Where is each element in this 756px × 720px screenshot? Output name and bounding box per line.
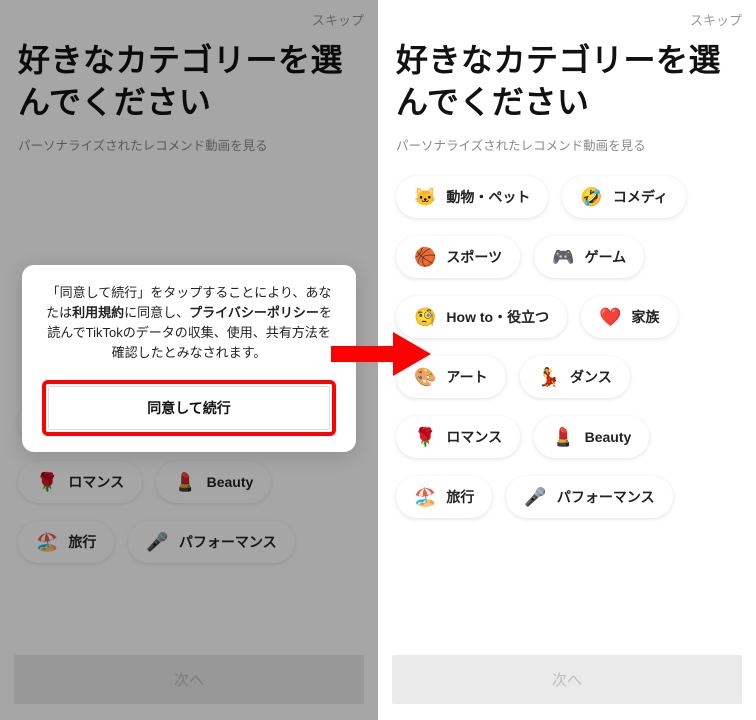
chip-label: ダンス bbox=[570, 367, 612, 387]
chip-travel[interactable]: 🏖️ 旅行 bbox=[396, 476, 492, 518]
romance-icon: 🌹 bbox=[414, 428, 436, 446]
screen-after: スキップ 好きなカテゴリーを選んでください パーソナライズされたレコメンド動画を… bbox=[378, 0, 756, 720]
skip-link[interactable]: スキップ bbox=[690, 10, 742, 29]
page-title: 好きなカテゴリーを選んでください bbox=[378, 35, 756, 123]
chip-label: パフォーマンス bbox=[557, 487, 655, 507]
chip-label: ゲーム bbox=[585, 247, 627, 267]
terms-link[interactable]: 利用規約 bbox=[72, 305, 124, 320]
page-subtitle: パーソナライズされたレコメンド動画を見る bbox=[0, 123, 378, 172]
performance-icon: 🎤 bbox=[524, 488, 546, 506]
next-button[interactable]: 次へ bbox=[392, 655, 742, 704]
chip-travel[interactable]: 🏖️ 旅行 bbox=[18, 521, 114, 563]
chip-label: ロマンス bbox=[68, 472, 124, 492]
chip-game[interactable]: 🎮 ゲーム bbox=[534, 236, 644, 278]
arrow-right-icon bbox=[331, 332, 431, 376]
chip-romance[interactable]: 🌹 ロマンス bbox=[396, 416, 520, 458]
travel-icon: 🏖️ bbox=[414, 488, 436, 506]
page-title: 好きなカテゴリーを選んでください bbox=[0, 35, 378, 123]
screen-before: スキップ 好きなカテゴリーを選んでください パーソナライズされたレコメンド動画を… bbox=[0, 0, 378, 720]
skip-row: スキップ bbox=[378, 0, 756, 35]
chip-beauty[interactable]: 💄 Beauty bbox=[534, 416, 649, 458]
chip-dance[interactable]: 💃 ダンス bbox=[520, 356, 630, 398]
chip-label: How to・役立つ bbox=[446, 307, 549, 327]
chip-romance[interactable]: 🌹 ロマンス bbox=[18, 461, 142, 503]
chip-family[interactable]: ❤️ 家族 bbox=[581, 296, 677, 338]
chip-label: Beauty bbox=[207, 474, 254, 490]
chip-label: コメディ bbox=[613, 187, 668, 207]
category-chips: 🐱 動物・ペット 🤣 コメディ 🏀 スポーツ 🎮 ゲーム 🧐 How to・役立… bbox=[378, 172, 756, 647]
skip-link[interactable]: スキップ bbox=[312, 10, 364, 29]
romance-icon: 🌹 bbox=[36, 473, 58, 491]
cat-icon: 🐱 bbox=[414, 188, 436, 206]
laugh-icon: 🤣 bbox=[580, 188, 602, 206]
basketball-icon: 🏀 bbox=[414, 248, 436, 266]
chip-label: Beauty bbox=[585, 429, 632, 445]
consent-text: 「同意して続行」をタップすることにより、あなたは利用規約に同意し、プライバシーポ… bbox=[42, 283, 336, 364]
travel-icon: 🏖️ bbox=[36, 533, 58, 551]
skip-row: スキップ bbox=[0, 0, 378, 35]
consent-text-part: に同意し、 bbox=[124, 305, 189, 320]
chip-beauty[interactable]: 💄 Beauty bbox=[156, 461, 271, 503]
agree-continue-button[interactable]: 同意して続行 bbox=[48, 386, 330, 430]
chip-performance[interactable]: 🎤 パフォーマンス bbox=[128, 521, 294, 563]
beauty-icon: 💄 bbox=[174, 473, 196, 491]
highlight-box: 同意して続行 bbox=[42, 380, 336, 436]
privacy-link[interactable]: プライバシーポリシー bbox=[189, 305, 319, 320]
chip-label: パフォーマンス bbox=[179, 532, 277, 552]
performance-icon: 🎤 bbox=[146, 533, 168, 551]
chip-label: 家族 bbox=[632, 307, 660, 327]
chip-label: スポーツ bbox=[446, 247, 502, 267]
monocle-icon: 🧐 bbox=[414, 308, 436, 326]
chip-label: 動物・ペット bbox=[446, 187, 530, 207]
chip-label: ロマンス bbox=[446, 427, 502, 447]
chip-animals[interactable]: 🐱 動物・ペット bbox=[396, 176, 548, 218]
chip-performance[interactable]: 🎤 パフォーマンス bbox=[506, 476, 672, 518]
chip-label: 旅行 bbox=[446, 487, 474, 507]
dance-icon: 💃 bbox=[538, 368, 560, 386]
heart-icon: ❤️ bbox=[599, 308, 621, 326]
beauty-icon: 💄 bbox=[552, 428, 574, 446]
next-button[interactable]: 次へ bbox=[14, 655, 364, 704]
consent-dialog: 「同意して続行」をタップすることにより、あなたは利用規約に同意し、プライバシーポ… bbox=[22, 265, 356, 452]
page-subtitle: パーソナライズされたレコメンド動画を見る bbox=[378, 123, 756, 172]
chip-label: アート bbox=[446, 367, 487, 387]
gamepad-icon: 🎮 bbox=[552, 248, 574, 266]
arrow-annotation bbox=[331, 332, 431, 376]
chip-label: 旅行 bbox=[68, 532, 96, 552]
chip-comedy[interactable]: 🤣 コメディ bbox=[562, 176, 685, 218]
chip-sports[interactable]: 🏀 スポーツ bbox=[396, 236, 520, 278]
